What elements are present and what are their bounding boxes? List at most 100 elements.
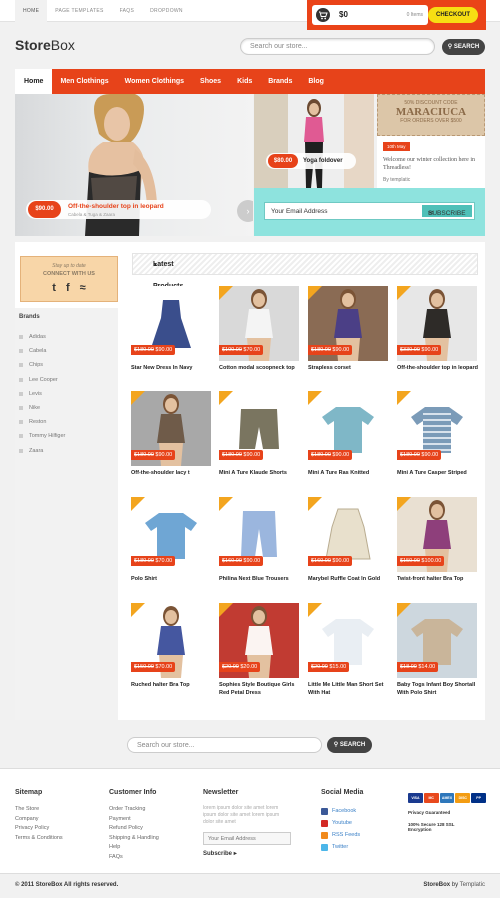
yoga-banner[interactable]: $80.00 Yoga foldover: [254, 94, 374, 188]
product-image[interactable]: $160.00 $90.00: [308, 497, 388, 572]
product-card[interactable]: $180.00 $90.00 Star New Dress In Navy: [131, 286, 211, 386]
store-logo[interactable]: StoreBox: [15, 37, 75, 53]
product-card[interactable]: $20.00 $15.00 Little Me Little Man Short …: [308, 603, 388, 703]
nav-home[interactable]: Home: [15, 69, 53, 94]
nav-men-clothings[interactable]: Men Clothings: [52, 69, 116, 94]
header-search-input[interactable]: Search our store...: [240, 38, 435, 55]
product-image[interactable]: $20.00 $20.00: [219, 603, 299, 678]
top-link-home[interactable]: HOME: [15, 0, 48, 22]
social-link-youtube[interactable]: Youtube: [321, 817, 363, 829]
brand-link[interactable]: Chips: [19, 362, 65, 376]
discount-code-banner[interactable]: 50% DISCOUNT CODE MARACIUCA FOR ORDERS O…: [377, 94, 485, 136]
twitter-icon[interactable]: t: [52, 282, 56, 294]
product-name[interactable]: Philina Next Blue Trousers: [219, 575, 301, 583]
product-card[interactable]: $180.00 $90.00 Mini A Ture Casper Striped: [397, 391, 477, 491]
product-card[interactable]: $180.00 $90.00 Strapless corset: [308, 286, 388, 386]
product-name[interactable]: Mini A Ture Casper Striped: [397, 469, 479, 477]
product-name[interactable]: Little Me Little Man Short Set With Hat: [308, 681, 390, 697]
product-name[interactable]: Star New Dress In Navy: [131, 364, 213, 372]
product-card[interactable]: $100.00 $70.00 Cotton modal scoopneck top: [219, 286, 299, 386]
footer-link[interactable]: Privacy Policy: [15, 824, 63, 834]
product-card[interactable]: $150.00 $70.00 Ruched halter Bra Top: [131, 603, 211, 703]
social-link-facebook[interactable]: Facebook: [321, 805, 363, 817]
facebook-icon[interactable]: f: [66, 282, 70, 294]
footer-link[interactable]: Refund Policy: [109, 824, 159, 834]
product-image[interactable]: $330.00 $90.00: [397, 286, 477, 361]
product-image[interactable]: $20.00 $15.00: [308, 603, 388, 678]
product-image[interactable]: $100.00 $70.00: [219, 286, 299, 361]
brand-link[interactable]: Tommy Hilfiger: [19, 433, 65, 447]
footer-subscribe-link[interactable]: Subscribe ▸: [203, 850, 291, 857]
top-link-dropdown[interactable]: DROPDOWN: [142, 0, 191, 22]
brand-link[interactable]: Reston: [19, 419, 65, 433]
product-name[interactable]: Mini A Ture Ras Knitted: [308, 469, 390, 477]
nav-kids[interactable]: Kids: [229, 69, 260, 94]
product-image[interactable]: $150.00 $100.00: [397, 497, 477, 572]
product-name[interactable]: Ruched halter Bra Top: [131, 681, 213, 689]
product-name[interactable]: Polo Shirt: [131, 575, 213, 583]
hero-tag[interactable]: Zaara: [103, 212, 115, 217]
footer-link[interactable]: Terms & Conditions: [15, 834, 63, 844]
footer-search-input[interactable]: Search our store...: [127, 737, 322, 753]
brand-link[interactable]: Cabela: [19, 348, 65, 362]
top-link-page-templates[interactable]: PAGE TEMPLATES: [47, 0, 111, 22]
social-link-twitter[interactable]: Twitter: [321, 841, 363, 853]
social-link-rss[interactable]: RSS Feeds: [321, 829, 363, 841]
product-card[interactable]: $160.00 $90.00 Philina Next Blue Trousers: [219, 497, 299, 597]
product-name[interactable]: Off-the-shoulder lacy t: [131, 469, 213, 477]
latest-products-header[interactable]: Latest Products ▼: [132, 253, 478, 290]
credit-brand[interactable]: StoreBox: [423, 882, 450, 888]
footer-search-button[interactable]: ⚲ SEARCH: [327, 737, 372, 753]
footer-link[interactable]: Shipping & Handling: [109, 834, 159, 844]
product-name[interactable]: Marybel Ruffle Coat In Gold: [308, 575, 390, 583]
nav-shoes[interactable]: Shoes: [192, 69, 229, 94]
checkout-button[interactable]: CHECKOUT: [428, 7, 478, 23]
footer-email-input[interactable]: Your Email Address: [203, 832, 291, 845]
footer-link[interactable]: Help: [109, 843, 159, 853]
product-image[interactable]: $180.00 $90.00: [131, 286, 211, 361]
product-name[interactable]: Off-the-shoulder top in leopard: [397, 364, 479, 372]
newsletter-email-input[interactable]: Your Email Address ✉ SUBSCRIBE: [264, 202, 475, 220]
product-card[interactable]: $18.00 $14.00 Baby Togs Infant Boy Shorta…: [397, 603, 477, 703]
product-name[interactable]: Mini A Ture Klaude Shorts: [219, 469, 301, 477]
product-card[interactable]: $180.00 $90.00 Off-the-shoulder lacy t: [131, 391, 211, 491]
product-image[interactable]: $18.00 $14.00: [397, 603, 477, 678]
hero-caption[interactable]: $90.00 Off-the-shoulder top in leopard C…: [26, 200, 211, 219]
product-image[interactable]: $180.00 $90.00: [308, 286, 388, 361]
product-image[interactable]: $150.00 $70.00: [131, 603, 211, 678]
nav-women-clothings[interactable]: Women Clothings: [117, 69, 192, 94]
brand-link[interactable]: Nike: [19, 405, 65, 419]
product-name[interactable]: Baby Togs Infant Boy Shortall With Polo …: [397, 681, 479, 697]
hero-slider[interactable]: $90.00 Off-the-shoulder top in leopard C…: [15, 94, 253, 236]
credit-author[interactable]: Templatic: [460, 882, 485, 888]
product-image[interactable]: $160.00 $90.00: [219, 497, 299, 572]
product-card[interactable]: $180.00 $90.00 Mini A Ture Klaude Shorts: [219, 391, 299, 491]
product-card[interactable]: $150.00 $100.00 Twist-front halter Bra To…: [397, 497, 477, 597]
product-image[interactable]: $180.00 $90.00: [219, 391, 299, 466]
product-image[interactable]: $180.00 $90.00: [397, 391, 477, 466]
brand-link[interactable]: Lee Cooper: [19, 377, 65, 391]
brand-link[interactable]: Levis: [19, 391, 65, 405]
footer-link[interactable]: The Store: [15, 805, 63, 815]
product-card[interactable]: $160.00 $90.00 Marybel Ruffle Coat In Gol…: [308, 497, 388, 597]
nav-brands[interactable]: Brands: [260, 69, 300, 94]
product-card[interactable]: $20.00 $20.00 Sophies Style Boutique Girl…: [219, 603, 299, 703]
product-card[interactable]: $330.00 $90.00 Off-the-shoulder top in le…: [397, 286, 479, 386]
product-name[interactable]: Cotton modal scoopneck top: [219, 364, 301, 372]
product-name[interactable]: Twist-front halter Bra Top: [397, 575, 479, 583]
product-image[interactable]: $180.00 $90.00: [131, 391, 211, 466]
product-card[interactable]: $180.00 $70.00 Polo Shirt: [131, 497, 211, 597]
hero-tag[interactable]: Tuga: [88, 212, 98, 217]
hero-tag[interactable]: Cabela: [68, 212, 82, 217]
footer-link[interactable]: Payment: [109, 815, 159, 825]
footer-link[interactable]: Company: [15, 815, 63, 825]
footer-link[interactable]: Order Tracking: [109, 805, 159, 815]
slider-next-arrow-icon[interactable]: ›: [237, 200, 253, 222]
rss-icon[interactable]: ≈: [80, 282, 86, 294]
header-search-button[interactable]: ⚲ SEARCH: [442, 39, 485, 55]
product-image[interactable]: $180.00 $70.00: [131, 497, 211, 572]
product-image[interactable]: $180.00 $90.00: [308, 391, 388, 466]
footer-link[interactable]: FAQs: [109, 853, 159, 863]
brand-link[interactable]: Adidas: [19, 334, 65, 348]
product-name[interactable]: Sophies Style Boutique Girls Red Petal D…: [219, 681, 301, 697]
